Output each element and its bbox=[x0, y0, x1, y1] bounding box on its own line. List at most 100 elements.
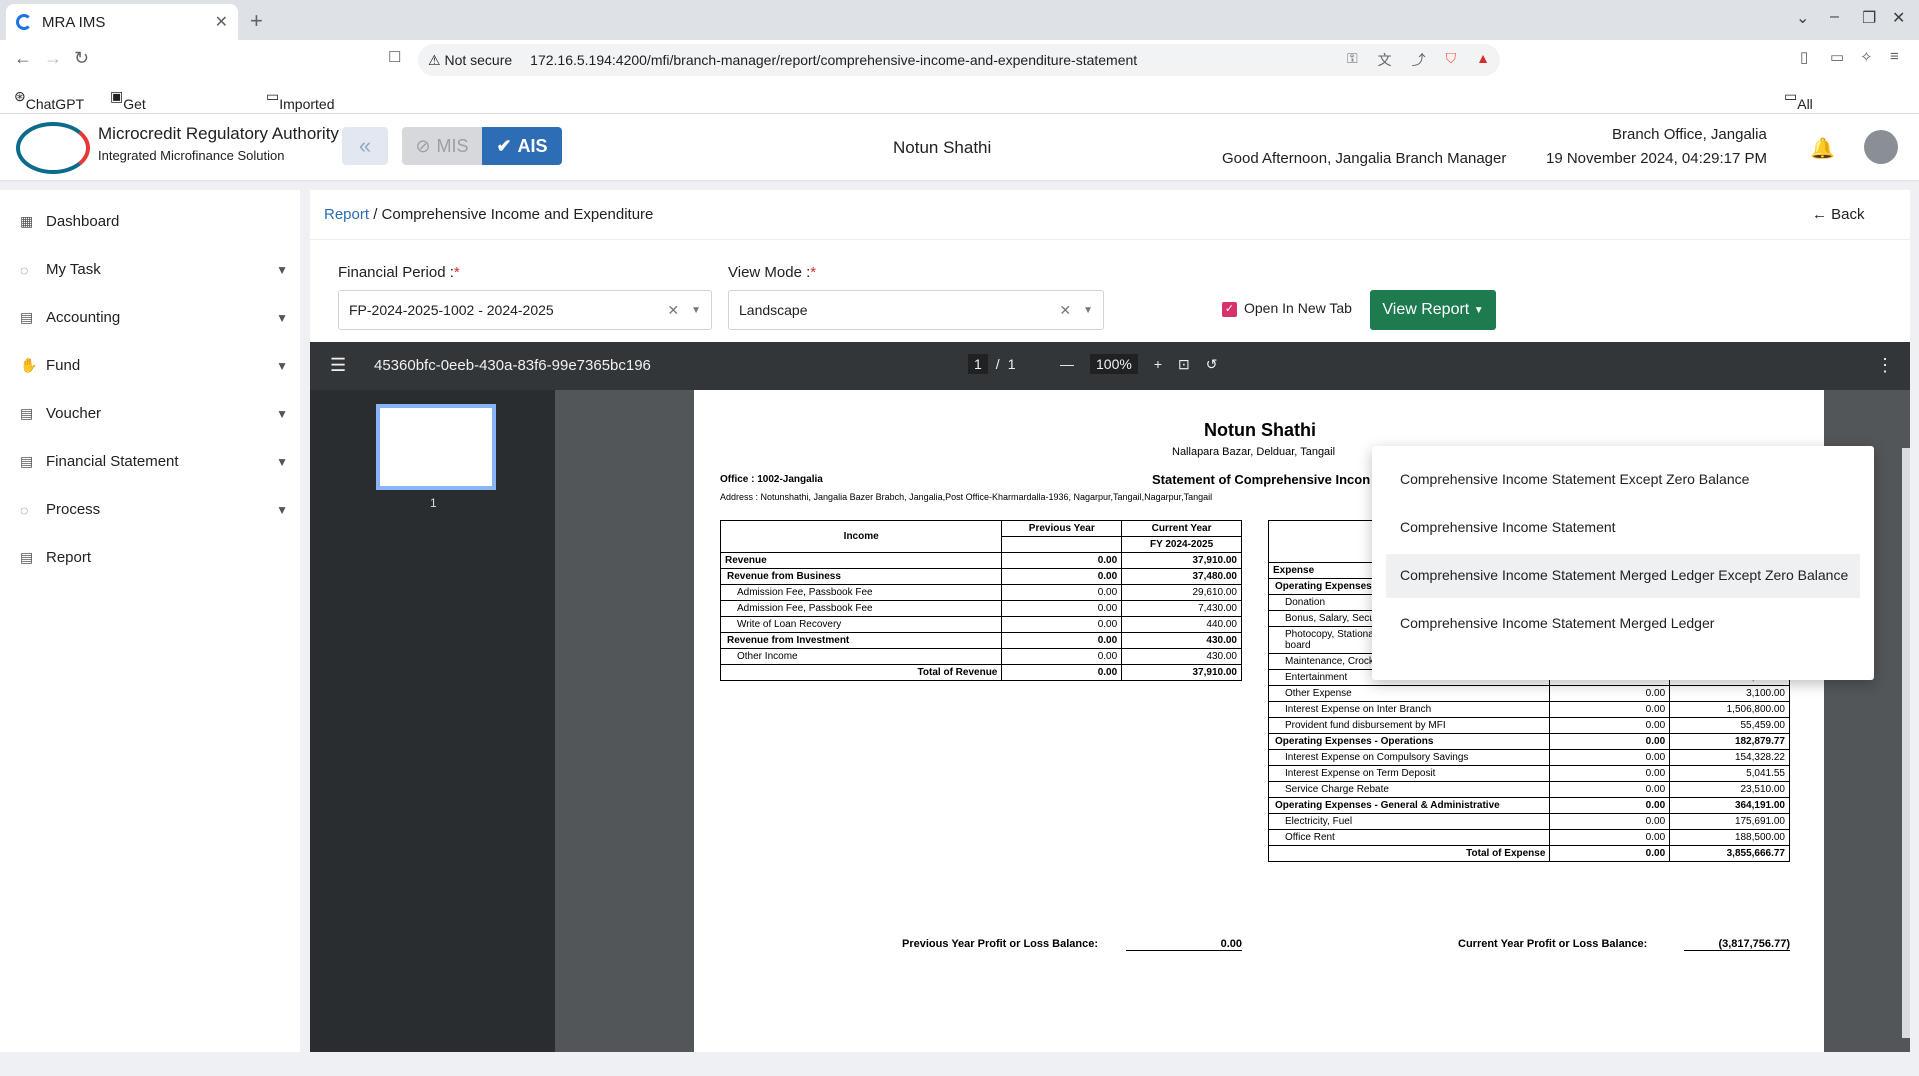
tab-search-icon[interactable]: ⌄ bbox=[1796, 8, 1809, 28]
tab-title: MRA IMS bbox=[42, 13, 106, 31]
close-window-icon[interactable]: ✕ bbox=[1892, 8, 1905, 28]
key-icon[interactable]: ⚿ bbox=[1347, 50, 1358, 70]
sidebar-item-financial-statement[interactable]: ▤ Financial Statement ▼ bbox=[20, 453, 288, 470]
report-title: Notun Shathi bbox=[1204, 420, 1316, 440]
table-row: Interest Expense on Term Deposit 0.00 5,04… bbox=[1267, 765, 1790, 782]
page-number-input[interactable]: 1 bbox=[968, 354, 988, 374]
prev-value: 0.00 bbox=[1549, 797, 1671, 814]
breadcrumb-report-link[interactable]: Report bbox=[324, 206, 369, 223]
clear-icon[interactable]: ✕ bbox=[667, 302, 679, 319]
chevron-down-icon: ▼ bbox=[276, 502, 288, 517]
caret-down-icon[interactable]: ▼ bbox=[1083, 305, 1093, 316]
report-address: Address : Notunshathi, Jangalia Bazer Br… bbox=[720, 492, 1213, 502]
curr-value: 440.00 bbox=[1121, 616, 1242, 633]
avatar[interactable] bbox=[1864, 130, 1898, 164]
open-new-tab-label[interactable]: Open In New Tab bbox=[1244, 300, 1352, 316]
prev-value: 0.00 bbox=[1549, 781, 1671, 798]
leo-icon[interactable]: ✧ bbox=[1860, 48, 1873, 66]
sidebar-item-accounting[interactable]: ▤ Accounting ▼ bbox=[20, 309, 288, 326]
rotate-icon[interactable]: ↺ bbox=[1206, 356, 1218, 373]
row-label: Admission Fee, Passbook Fee bbox=[719, 600, 1003, 617]
breadcrumb: Report / Comprehensive Income and Expend… bbox=[310, 190, 1910, 240]
bell-icon[interactable]: 🔔 bbox=[1810, 136, 1835, 161]
url-text[interactable]: 172.16.5.194:4200/mfi/branch-manager/rep… bbox=[530, 52, 1137, 68]
rewards-icon[interactable]: ▲ bbox=[1476, 50, 1490, 70]
more-options-icon[interactable]: ⋮ bbox=[1876, 355, 1894, 376]
prev-year-header: Previous Year bbox=[1001, 520, 1123, 537]
page-count: 1 bbox=[1007, 356, 1016, 372]
menu-icon[interactable]: ≡ bbox=[1890, 48, 1899, 65]
sidebar-toggle-icon[interactable]: ▯ bbox=[1800, 48, 1808, 66]
zoom-out-icon[interactable]: — bbox=[1060, 356, 1074, 372]
collapse-sidebar-button[interactable]: « bbox=[342, 127, 388, 165]
page-scrollbar[interactable] bbox=[1902, 448, 1910, 1038]
bookmark-star-icon[interactable]: ☐ bbox=[388, 48, 401, 66]
view-report-button[interactable]: View Report ▼ bbox=[1370, 290, 1496, 330]
sidebar-item-voucher[interactable]: ▤ Voucher ▼ bbox=[20, 405, 288, 422]
address-bar[interactable]: ⚠ Not secure 172.16.5.194:4200/mfi/branc… bbox=[418, 44, 1500, 76]
forward-nav-icon[interactable]: → bbox=[44, 48, 62, 69]
prev-pl-label: Previous Year Profit or Loss Balance: bbox=[902, 938, 1099, 950]
bookmark-getintopc[interactable]: ▣ Get Into PC - D... bbox=[110, 88, 147, 176]
sidebar-item-my-task[interactable]: ◌ My Task ▼ bbox=[20, 261, 288, 278]
curr-value: 3,855,666.77 bbox=[1669, 845, 1790, 862]
curr-value: 3,100.00 bbox=[1669, 685, 1790, 702]
zoom-input[interactable]: 100% bbox=[1090, 354, 1138, 374]
brave-shield-icon[interactable]: ⛉ bbox=[1446, 50, 1457, 70]
curr-value: 55,459.00 bbox=[1669, 717, 1790, 734]
restore-icon[interactable]: ❐ bbox=[1862, 8, 1876, 28]
view-mode-label: View Mode :* bbox=[728, 264, 817, 281]
financial-period-select[interactable]: FP-2024-2025-1002 - 2024-2025 ✕ ▼ bbox=[338, 290, 712, 330]
wallet-icon[interactable]: ▭ bbox=[1830, 48, 1844, 66]
reload-icon[interactable]: ↻ bbox=[74, 48, 89, 69]
bookmark-imported[interactable]: ▭ Imported fro... bbox=[266, 88, 334, 128]
prev-value: 0.00 bbox=[1549, 717, 1671, 734]
sidebar-item-report[interactable]: ▤ Report bbox=[20, 549, 288, 566]
sidebar-item-dashboard[interactable]: ▦ Dashboard bbox=[20, 213, 288, 230]
dropdown-item[interactable]: Comprehensive Income Statement Merged Le… bbox=[1386, 602, 1860, 646]
mis-button[interactable]: ⊘ MIS bbox=[402, 127, 482, 165]
row-label: Admission Fee, Passbook Fee bbox=[719, 584, 1003, 601]
favicon-icon bbox=[16, 14, 32, 30]
table-row: Other Income 0.00 430.00 bbox=[719, 648, 1242, 665]
table-row: Electricity, Fuel 0.00 175,691.00 bbox=[1267, 813, 1790, 830]
all-bookmarks[interactable]: ▭ All Bookmarks bbox=[1784, 88, 1867, 128]
sidebar-item-process[interactable]: ◌ Process ▼ bbox=[20, 501, 288, 518]
dropdown-item[interactable]: Comprehensive Income Statement Except Ze… bbox=[1386, 458, 1860, 502]
dropdown-item[interactable]: Comprehensive Income Statement bbox=[1386, 506, 1860, 550]
minimize-icon[interactable]: – bbox=[1830, 8, 1839, 26]
prev-fy-header bbox=[1001, 536, 1123, 553]
prev-value: 0.00 bbox=[1001, 568, 1123, 585]
hamburger-icon[interactable]: ☰ bbox=[330, 355, 346, 376]
not-secure-label[interactable]: ⚠ Not secure bbox=[428, 52, 512, 69]
table-row: Write of Loan Recovery 0.00 440.00 bbox=[719, 616, 1242, 633]
curr-value: 154,328.22 bbox=[1669, 749, 1790, 766]
row-label: Electricity, Fuel bbox=[1267, 813, 1551, 830]
grid-icon: ▦ bbox=[20, 213, 34, 229]
back-nav-icon[interactable]: ← bbox=[14, 48, 32, 69]
page-thumbnail[interactable] bbox=[376, 404, 496, 490]
new-tab-icon[interactable]: + bbox=[250, 8, 263, 34]
circle-dash-icon: ◌ bbox=[20, 501, 29, 518]
fit-page-icon[interactable]: ⊡ bbox=[1178, 356, 1190, 373]
doc-icon: ▤ bbox=[20, 549, 34, 565]
prev-value: 0.00 bbox=[1549, 701, 1671, 718]
sidebar-item-fund[interactable]: ✋ Fund ▼ bbox=[20, 357, 288, 374]
share-icon[interactable]: ⤴ bbox=[1412, 50, 1426, 70]
prev-value: 0.00 bbox=[1001, 552, 1123, 569]
zoom-in-icon[interactable]: + bbox=[1154, 356, 1162, 372]
translate-icon[interactable]: 文 bbox=[1378, 50, 1392, 70]
bookmark-chatgpt[interactable]: ⊛ ChatGPT bbox=[14, 88, 84, 112]
view-mode-select[interactable]: Landscape ✕ ▼ bbox=[728, 290, 1104, 330]
open-new-tab-checkbox[interactable]: ✓ bbox=[1222, 302, 1237, 317]
close-tab-icon[interactable]: ✕ bbox=[215, 12, 228, 32]
dropdown-item[interactable]: Comprehensive Income Statement Merged Le… bbox=[1386, 554, 1860, 598]
ais-button[interactable]: ✔ AIS bbox=[482, 127, 562, 165]
prev-value: 0.00 bbox=[1549, 733, 1671, 750]
curr-value: 37,910.00 bbox=[1121, 552, 1242, 569]
doc-icon: ▤ bbox=[20, 309, 34, 325]
caret-down-icon[interactable]: ▼ bbox=[691, 305, 701, 316]
clear-icon[interactable]: ✕ bbox=[1059, 302, 1071, 319]
browser-tab[interactable]: MRA IMS ✕ bbox=[6, 4, 238, 40]
back-button[interactable]: ← Back bbox=[1812, 206, 1865, 223]
